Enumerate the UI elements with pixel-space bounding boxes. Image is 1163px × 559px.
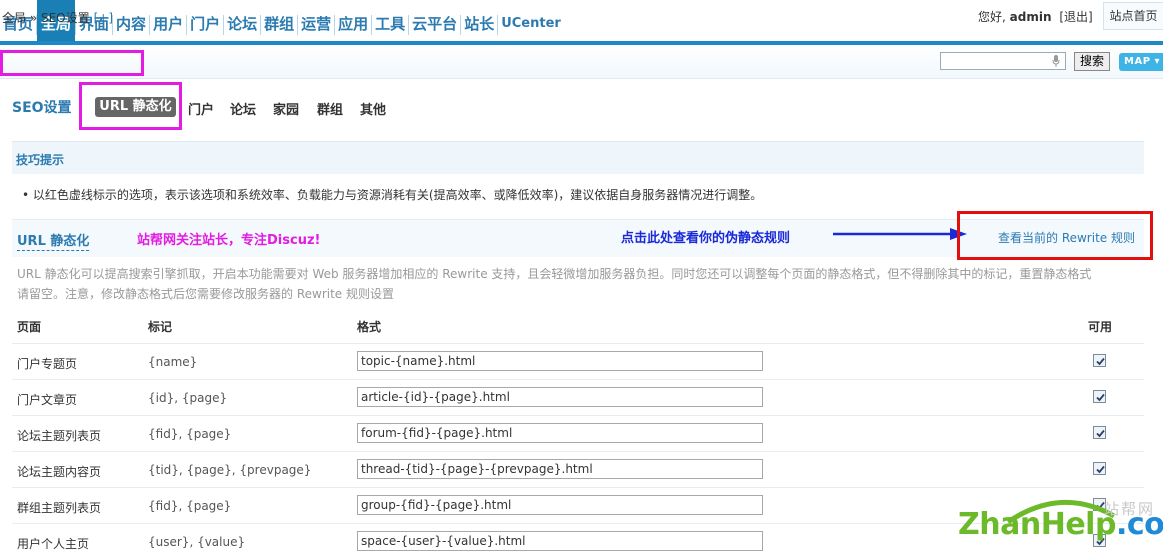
cell-page: 门户文章页 (17, 393, 78, 407)
nav-tab-5[interactable]: 门户 (187, 0, 223, 41)
nav-tab-11[interactable]: 云平台 (409, 0, 460, 41)
format-input[interactable]: forum-{fid}-{page}.html (357, 423, 763, 443)
tips-header (12, 141, 1144, 174)
enabled-checkbox[interactable] (1093, 462, 1106, 475)
format-input[interactable]: group-{fid}-{page}.html (357, 495, 763, 515)
microphone-icon[interactable] (1052, 55, 1060, 67)
username: admin (1009, 10, 1052, 24)
tab-url-static[interactable]: URL 静态化 (95, 97, 176, 117)
format-input[interactable]: thread-{tid}-{page}-{prevpage}.html (357, 459, 763, 479)
greeting: 您好, (978, 10, 1006, 24)
breadcrumb: 全局 » SEO设置 [+] (2, 9, 113, 26)
watermark-part2: .com (1115, 507, 1163, 542)
user-info: 您好, admin [退出] (978, 8, 1093, 25)
nav-tab-3[interactable]: 内容 (113, 0, 149, 41)
promo-annotation: 站帮网关注站长，专注Discuz! (137, 233, 321, 248)
cell-tag: {fid}, {page} (148, 427, 232, 441)
enabled-checkbox[interactable] (1093, 390, 1106, 403)
format-input[interactable]: topic-{name}.html (357, 351, 763, 371)
subtab-3[interactable]: 群组 (317, 99, 343, 118)
table-row: 门户文章页 {id}, {page} article-{id}-{page}.htm… (12, 379, 1144, 415)
cell-tag: {fid}, {page} (148, 499, 232, 513)
breadcrumb-path: 全局 » SEO设置 (2, 11, 90, 25)
subtab-2[interactable]: 家园 (273, 99, 299, 118)
cell-page: 论坛主题列表页 (17, 429, 102, 443)
nav-tab-6[interactable]: 论坛 (224, 0, 260, 41)
format-input[interactable]: article-{id}-{page}.html (357, 387, 763, 407)
checkmark-icon (1096, 465, 1105, 474)
search-button[interactable]: 搜索 (1074, 52, 1110, 71)
column-header-format: 格式 (357, 320, 382, 334)
map-button-label: MAP (1124, 56, 1151, 67)
breadcrumb-toggle[interactable]: [+] (94, 11, 113, 25)
hint-annotation: 点击此处查看你的伪静态规则 (621, 231, 791, 246)
arrow-down-icon: ▾ (1154, 56, 1161, 67)
nav-tab-4[interactable]: 用户 (150, 0, 186, 41)
tip-text: 以红色虚线标示的选项，表示该选项和系统效率、负载能力与资源消耗有关(提高效率、或… (32, 188, 763, 202)
cell-tag: {id}, {page} (148, 391, 228, 405)
nav-tab-9[interactable]: 应用 (335, 0, 371, 41)
cell-page: 群组主题列表页 (17, 501, 102, 515)
search-input[interactable] (940, 52, 1066, 70)
checkmark-icon (1096, 429, 1105, 438)
tips-title: 技巧提示 (16, 153, 65, 167)
cell-page: 用户个人主页 (17, 537, 90, 551)
url-section-title: URL 静态化 (17, 230, 90, 251)
cell-tag: {user}, {value} (148, 535, 246, 549)
nav-tab-12[interactable]: 站长 (461, 0, 497, 41)
cell-tag: {name} (148, 355, 198, 369)
nav-tab-13[interactable]: UCenter (498, 0, 564, 41)
format-input[interactable]: space-{user}-{value}.html (357, 531, 763, 551)
checkmark-icon (1096, 393, 1105, 402)
cell-page: 论坛主题内容页 (17, 465, 102, 479)
logout-link[interactable]: [退出] (1059, 10, 1092, 24)
subtab-0[interactable]: 门户 (188, 99, 214, 118)
column-header-page: 页面 (17, 320, 42, 334)
arrow-right-icon (833, 228, 967, 240)
cell-tag: {tid}, {page}, {prevpage} (148, 463, 312, 477)
watermark-part1: ZhanHelp (958, 507, 1116, 542)
subtab-1[interactable]: 论坛 (230, 99, 256, 118)
table-row: 论坛主题内容页 {tid}, {page}, {prevpage} thread-{… (12, 451, 1144, 487)
view-rewrite-rules-link[interactable]: 查看当前的 Rewrite 规则 (998, 229, 1135, 246)
nav-tab-8[interactable]: 运营 (298, 0, 334, 41)
table-row: 论坛主题列表页 {fid}, {page} forum-{fid}-{page}.h… (12, 415, 1144, 451)
watermark-logo: ZhanHelp.com (958, 507, 1163, 542)
nav-tab-10[interactable]: 工具 (372, 0, 408, 41)
map-button[interactable]: MAP ▾ (1119, 53, 1163, 71)
subtab-4[interactable]: 其他 (360, 99, 386, 118)
enabled-checkbox[interactable] (1093, 354, 1106, 367)
column-header-tag: 标记 (148, 320, 173, 334)
cell-page: 门户专题页 (17, 357, 78, 371)
url-section-description: URL 静态化可以提高搜索引擎抓取，开启本功能需要对 Web 服务器增加相应的 … (17, 267, 1092, 301)
site-home-button[interactable]: 站点首页 (1103, 2, 1163, 30)
checkmark-icon (1096, 357, 1105, 366)
enabled-checkbox[interactable] (1093, 426, 1106, 439)
breadcrumb-highlight-box (0, 50, 144, 76)
top-navigation: 首页 全局 界面 内容 用户 门户 论坛 群组 运营 应用 工具 云平台 站长 UCenter 您好, a… (0, 0, 1163, 41)
tip-item: • 以红色虚线标示的选项，表示该选项和系统效率、负载能力与资源消耗有关(提高效率… (22, 188, 763, 202)
page-title: SEO设置 (12, 100, 72, 116)
column-header-enabled: 可用 (1088, 320, 1113, 334)
nav-tab-7[interactable]: 群组 (261, 0, 297, 41)
table-row: 门户专题页 {name} topic-{name}.html (12, 343, 1144, 379)
